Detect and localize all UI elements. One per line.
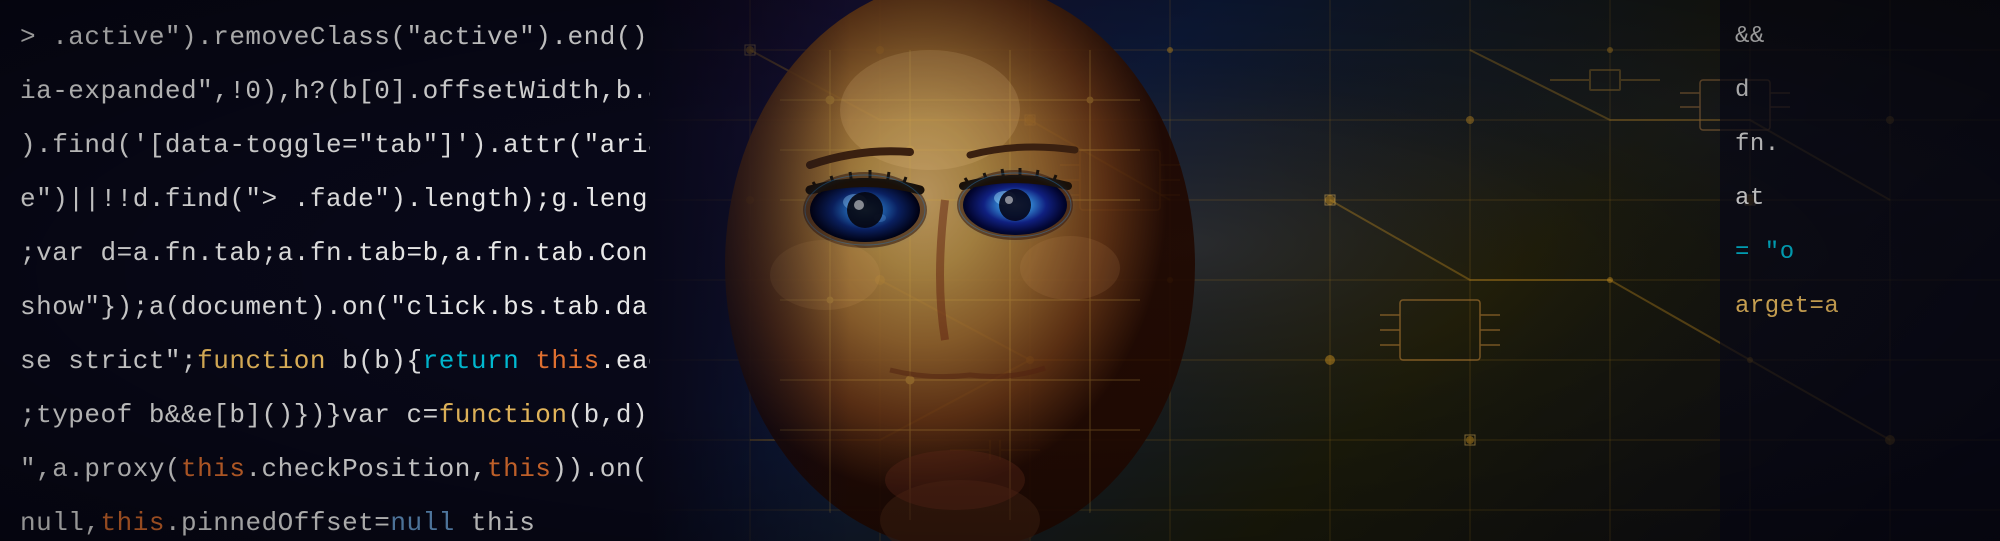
right-code-line-4: at (1735, 172, 1985, 226)
face-illustration (680, 0, 1380, 541)
right-code-overlay: && d fn. at = "o arget=a (1720, 0, 2000, 541)
right-code-line-6: arget=a (1735, 280, 1985, 334)
scene: > .active").removeClass("active").end().… (0, 0, 2000, 541)
right-code-line-2: d (1735, 64, 1985, 118)
right-code-line-1: && (1735, 10, 1985, 64)
right-code-line-5: = "o (1735, 226, 1985, 280)
right-code-line-3: fn. (1735, 118, 1985, 172)
